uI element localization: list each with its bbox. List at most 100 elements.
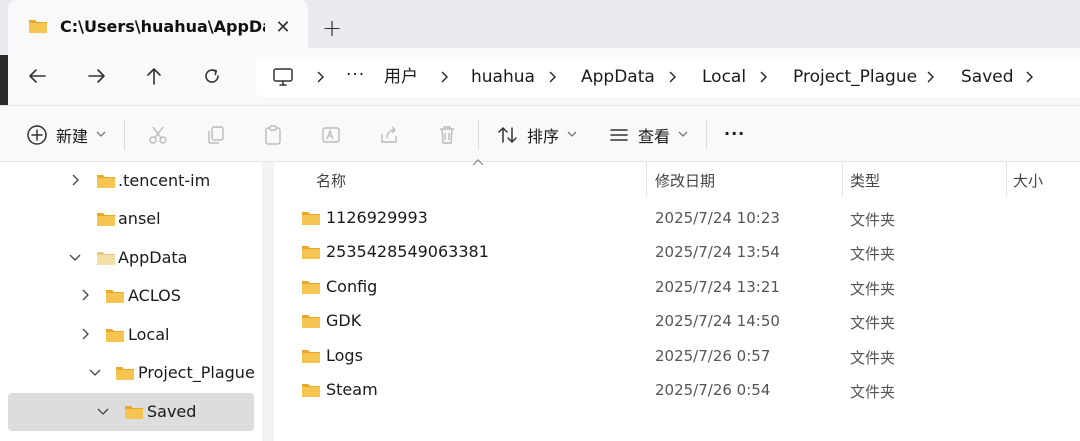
chevron-right-icon	[665, 65, 679, 89]
sort-button-label[interactable]: 排序	[527, 122, 559, 148]
file-name[interactable]: Steam	[326, 380, 378, 399]
breadcrumb-item-users[interactable]: 用户	[384, 65, 418, 89]
view-button-label[interactable]: 查看	[638, 122, 670, 148]
folder-icon	[105, 288, 125, 304]
column-divider[interactable]	[646, 162, 647, 197]
table-row[interactable]: Config 2025/7/24 13:21 文件夹	[274, 270, 1080, 304]
column-header-name[interactable]: 名称	[316, 170, 346, 191]
breadcrumb-item-saved[interactable]: Saved	[961, 65, 1014, 89]
chevron-right-icon	[756, 65, 770, 89]
file-type: 文件夹	[850, 383, 896, 401]
tree-item-appdata[interactable]: AppData	[8, 239, 254, 277]
tree-item-tencent-im[interactable]: .tencent-im	[8, 162, 254, 200]
column-divider[interactable]	[842, 162, 843, 197]
chevron-right-icon[interactable]	[68, 173, 82, 187]
file-name[interactable]: GDK	[326, 311, 361, 330]
chevron-right-icon	[313, 65, 327, 89]
file-name[interactable]: 2535428549063381	[326, 242, 489, 261]
file-modified: 2025/7/24 13:54	[655, 243, 780, 261]
close-icon[interactable]: ✕	[271, 15, 295, 39]
folder-icon	[96, 173, 116, 189]
chevron-down-icon[interactable]	[678, 130, 688, 138]
tree-item-label: ACLOS	[128, 286, 181, 305]
chevron-right-icon	[545, 65, 559, 89]
folder-icon	[301, 313, 321, 329]
file-type: 文件夹	[850, 314, 896, 332]
tree-item-aclos[interactable]: ACLOS	[8, 277, 254, 315]
file-modified: 2025/7/26 0:54	[655, 381, 771, 399]
breadcrumb-item-local[interactable]: Local	[702, 65, 746, 89]
tree-item-label: Saved	[147, 402, 197, 421]
copy-icon[interactable]	[205, 124, 227, 146]
refresh-icon	[203, 67, 221, 85]
chevron-down-icon[interactable]	[68, 250, 82, 264]
delete-icon[interactable]	[436, 124, 458, 146]
forward-button[interactable]	[82, 61, 112, 91]
table-row[interactable]: 2535428549063381 2025/7/24 13:54 文件夹	[274, 235, 1080, 269]
chevron-right-icon	[923, 65, 937, 89]
share-icon[interactable]	[378, 124, 400, 146]
up-button[interactable]	[139, 61, 169, 91]
tree-item-local[interactable]: Local	[8, 316, 254, 354]
folder-icon	[28, 18, 48, 34]
divider	[706, 120, 707, 150]
tab-current[interactable]: C:\Users\huahua\AppData\ ✕	[8, 0, 308, 55]
more-options-button[interactable]: ···	[724, 120, 745, 146]
divider	[478, 120, 479, 150]
arrow-up-icon	[146, 67, 162, 85]
new-button-label[interactable]: 新建	[56, 122, 88, 148]
folder-icon	[115, 365, 135, 381]
back-button[interactable]	[22, 61, 52, 91]
paste-icon[interactable]	[262, 124, 284, 146]
tree-item-ansel[interactable]: ansel	[8, 200, 254, 238]
view-icon[interactable]	[608, 124, 630, 146]
navigation-pane: .tencent-im ansel AppData ACLOS Local Pr…	[0, 162, 262, 441]
file-name[interactable]: Logs	[326, 346, 363, 365]
sort-icon[interactable]	[497, 124, 519, 146]
breadcrumb-overflow[interactable]: ···	[346, 63, 365, 87]
cut-icon[interactable]	[147, 124, 169, 146]
file-modified: 2025/7/24 13:21	[655, 278, 780, 296]
folder-icon	[96, 211, 116, 227]
file-modified: 2025/7/24 14:50	[655, 312, 780, 330]
table-row[interactable]: Steam 2025/7/26 0:54 文件夹	[274, 373, 1080, 407]
column-header-size[interactable]: 大小	[1013, 170, 1043, 191]
file-modified: 2025/7/26 0:57	[655, 347, 771, 365]
file-name[interactable]: Config	[326, 277, 377, 296]
column-divider[interactable]	[1006, 162, 1007, 197]
column-header-modified[interactable]: 修改日期	[655, 170, 715, 191]
chevron-down-icon[interactable]	[96, 404, 110, 418]
breadcrumb-item-project-plague[interactable]: Project_Plague	[793, 65, 917, 89]
new-tab-button[interactable]: +	[318, 14, 346, 42]
folder-icon	[124, 404, 144, 420]
pane-splitter[interactable]	[262, 162, 274, 441]
tree-item-label: ansel	[118, 209, 161, 228]
arrow-right-icon	[88, 68, 106, 84]
table-row[interactable]: 1126929993 2025/7/24 10:23 文件夹	[274, 201, 1080, 235]
file-type: 文件夹	[850, 349, 896, 367]
chevron-down-icon[interactable]	[567, 130, 577, 138]
chevron-right-icon[interactable]	[78, 288, 92, 302]
plus-circle-icon[interactable]	[26, 124, 48, 146]
tab-title: C:\Users\huahua\AppData\	[60, 17, 265, 36]
tree-item-label: Local	[128, 325, 170, 344]
chevron-right-icon	[437, 65, 451, 89]
refresh-button[interactable]	[197, 61, 227, 91]
breadcrumb-item-appdata[interactable]: AppData	[581, 65, 655, 89]
tree-item-project-plague[interactable]: Project_Plague	[8, 354, 255, 392]
tree-item-saved[interactable]: Saved	[8, 393, 254, 431]
chevron-right-icon[interactable]	[78, 327, 92, 341]
chevron-down-icon[interactable]	[88, 365, 102, 379]
table-row[interactable]: Logs 2025/7/26 0:57 文件夹	[274, 339, 1080, 373]
folder-icon	[105, 327, 125, 343]
rename-icon[interactable]	[320, 124, 342, 146]
file-name[interactable]: 1126929993	[326, 208, 428, 227]
computer-icon[interactable]	[272, 67, 294, 87]
chevron-right-icon[interactable]	[1022, 65, 1036, 89]
table-row[interactable]: GDK 2025/7/24 14:50 文件夹	[274, 304, 1080, 338]
command-bar: 新建 排序 查看 ···	[0, 105, 1080, 162]
breadcrumb-item-huahua[interactable]: huahua	[471, 65, 535, 89]
address-bar[interactable]: ··· 用户 huahua AppData Local Project_Plag…	[256, 57, 1080, 97]
chevron-down-icon[interactable]	[96, 130, 106, 138]
column-header-type[interactable]: 类型	[850, 170, 880, 191]
